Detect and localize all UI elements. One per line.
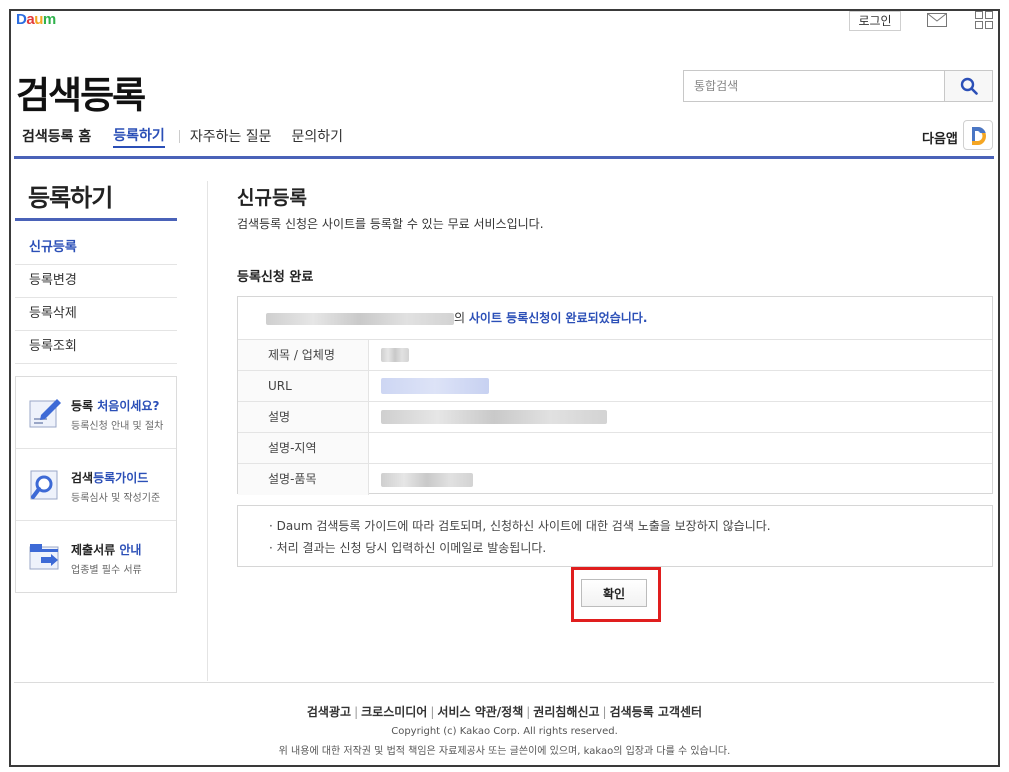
promo-title-part: 검색 <box>71 471 94 485</box>
footer-separator: | <box>430 705 435 719</box>
daum-app-icon <box>972 126 986 145</box>
sidebar-divider <box>15 218 177 221</box>
daum-logo[interactable]: Daum <box>16 11 56 28</box>
sidebar-title: 등록하기 <box>28 184 113 212</box>
page-title: 신규등록 <box>237 187 307 209</box>
promo-subtitle: 업종별 필수 서류 <box>71 565 142 576</box>
search-button[interactable] <box>944 71 992 101</box>
redacted-value <box>381 348 409 362</box>
result-status: 사이트 등록신청이 완료되었습니다. <box>468 311 648 325</box>
sidebar-promos: 등록 처음이세요? 등록신청 안내 및 절차 검색등록가이드 등록심사 및 작성… <box>15 376 177 593</box>
login-button[interactable]: 로그인 <box>849 11 901 31</box>
redacted-site-url <box>266 312 454 325</box>
site-title[interactable]: 검색등록 <box>16 65 146 119</box>
footer-links: 검색광고 | 크로스미디어 | 서비스 약관/정책 | 권리침해신고 | 검색등록 고객센터 <box>11 703 998 720</box>
sidebar-item-lookup[interactable]: 등록조회 <box>15 331 177 364</box>
footer-separator: | <box>602 705 607 719</box>
row-label: URL <box>238 371 369 401</box>
promo-title-highlight: 등록가이드 <box>93 471 149 485</box>
table-row: 설명 <box>238 402 992 433</box>
sidebar-menu: 신규등록 등록변경 등록삭제 등록조회 <box>15 232 177 364</box>
notice-line: · Daum 검색등록 가이드에 따라 검토되며, 신청하신 사이트에 대한 검… <box>269 519 771 533</box>
app-label[interactable]: 다음앱 <box>922 128 958 147</box>
mail-icon[interactable] <box>927 13 947 27</box>
sidebar-item-new[interactable]: 신규등록 <box>15 232 177 265</box>
section-title: 등록신청 완료 <box>237 270 314 285</box>
redacted-value <box>381 410 607 424</box>
promo-title: 등록 처음이세요? <box>71 397 159 414</box>
row-label: 설명-품목 <box>238 464 369 495</box>
notice-box: · Daum 검색등록 가이드에 따라 검토되며, 신청하신 사이트에 대한 검… <box>237 505 993 567</box>
sidebar-item-delete[interactable]: 등록삭제 <box>15 298 177 331</box>
nav-divider <box>14 156 994 159</box>
disclaimer: 위 내용에 대한 저작권 및 법적 책임은 자료제공사 또는 글쓴이에 있으며,… <box>278 746 731 757</box>
promo-title: 검색등록가이드 <box>71 469 148 486</box>
nav-register[interactable]: 등록하기 <box>113 125 165 148</box>
promo-subtitle: 등록심사 및 작성기준 <box>71 493 161 504</box>
result-suffix: 의 <box>454 311 466 325</box>
promo-title-part: 등록 <box>71 399 98 413</box>
footer-link-search-ads[interactable]: 검색광고 <box>307 705 351 719</box>
promo-documents[interactable]: 제출서류 안내 업종별 필수 서류 <box>16 521 176 593</box>
folder-arrow-icon <box>29 544 59 570</box>
row-label: 제목 / 업체명 <box>238 340 369 370</box>
main-nav: 검색등록 홈 등록하기 자주하는 질문 문의하기 <box>22 125 344 148</box>
footer-divider <box>14 682 994 683</box>
table-row: 제목 / 업체명 <box>238 340 992 371</box>
table-row: URL <box>238 371 992 402</box>
promo-subtitle: 등록신청 안내 및 절차 <box>71 421 164 432</box>
result-message: 의 사이트 등록신청이 완료되었습니다. <box>238 297 992 340</box>
promo-title-highlight: 안내 <box>119 543 142 557</box>
nav-home[interactable]: 검색등록 홈 <box>22 126 91 146</box>
copyright: Copyright (c) Kakao Corp. All rights res… <box>391 726 618 737</box>
row-label: 설명-지역 <box>238 433 369 463</box>
footer-separator: | <box>354 705 359 719</box>
promo-title: 제출서류 안내 <box>71 541 141 558</box>
table-row: 설명-지역 <box>238 433 992 464</box>
redacted-value <box>381 472 473 487</box>
footer-separator: | <box>526 705 531 719</box>
redacted-url-link[interactable] <box>381 378 489 394</box>
logo-letter: D <box>16 11 27 28</box>
row-value <box>369 402 992 432</box>
footer-link-support[interactable]: 검색등록 고객센터 <box>610 705 703 719</box>
table-row: 설명-품목 <box>238 464 992 495</box>
footer-link-rights-report[interactable]: 권리침해신고 <box>533 705 599 719</box>
footer-link-cross-media[interactable]: 크로스미디어 <box>361 705 427 719</box>
row-value <box>369 433 992 463</box>
row-value <box>369 340 992 370</box>
magnifier-document-icon <box>30 470 58 500</box>
footer-link-terms[interactable]: 서비스 약관/정책 <box>437 705 523 719</box>
browser-frame: Daum 로그인 검색등록 검색등록 홈 등록하기 자주하는 질문 문의하기 다… <box>9 9 1000 767</box>
promo-title-highlight: 처음이세요? <box>97 399 160 413</box>
search-box <box>683 70 993 102</box>
notice-line: · 처리 결과는 신청 당시 입력하신 이메일로 발송됩니다. <box>269 541 547 555</box>
page-description: 검색등록 신청은 사이트를 등록할 수 있는 무료 서비스입니다. <box>237 217 544 231</box>
sidebar-item-change[interactable]: 등록변경 <box>15 265 177 298</box>
logo-letter: u <box>34 11 43 28</box>
nav-inquiry[interactable]: 문의하기 <box>292 126 344 146</box>
promo-guide[interactable]: 검색등록가이드 등록심사 및 작성기준 <box>16 449 176 521</box>
nav-separator <box>178 129 180 143</box>
pencil-document-icon <box>29 399 61 428</box>
row-label: 설명 <box>238 402 369 432</box>
row-value <box>369 464 992 495</box>
promo-first-time[interactable]: 등록 처음이세요? 등록신청 안내 및 절차 <box>16 377 176 449</box>
logo-letter: m <box>42 11 56 28</box>
nav-faq[interactable]: 자주하는 질문 <box>190 126 272 146</box>
service-menu-icon[interactable] <box>975 11 993 29</box>
confirm-button[interactable]: 확인 <box>581 579 647 607</box>
content-divider <box>207 181 208 681</box>
result-table: 의 사이트 등록신청이 완료되었습니다. 제목 / 업체명 URL 설명 설명-… <box>237 296 993 495</box>
promo-title-part: 제출서류 <box>71 543 120 557</box>
daum-app-button[interactable] <box>963 120 993 150</box>
search-input[interactable] <box>684 71 944 101</box>
search-icon <box>960 77 978 95</box>
row-value <box>369 371 992 401</box>
logo-letter: a <box>26 11 35 28</box>
